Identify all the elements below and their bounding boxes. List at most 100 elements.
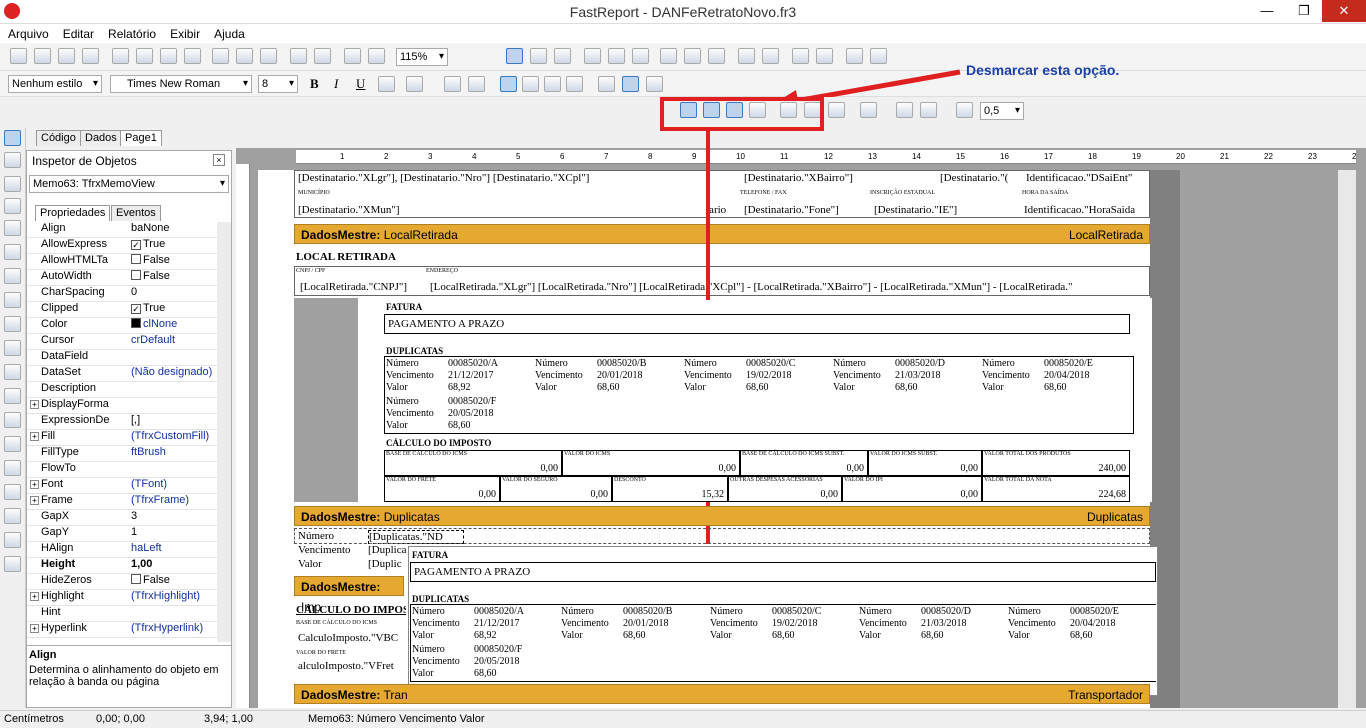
text-valign-bottom-icon[interactable] [646, 76, 663, 92]
dup-value[interactable]: 68,92 [474, 630, 497, 641]
checkbox-icon[interactable] [131, 254, 141, 264]
checkbox-icon[interactable]: ✓ [131, 240, 141, 250]
zoom-tool-icon[interactable] [4, 176, 21, 192]
property-row[interactable]: Color clNone [27, 318, 217, 334]
dup-label-venc[interactable]: Vencimento [298, 544, 351, 556]
property-row[interactable]: Align baNone [27, 222, 217, 238]
dup-value[interactable]: 00085020/C [746, 358, 795, 369]
frame-style-icon[interactable] [956, 102, 973, 118]
property-value[interactable]: False [131, 574, 217, 586]
dup-value[interactable]: 20/04/2018 [1070, 618, 1116, 629]
field-vbc[interactable]: CalculoImposto."VBC [298, 632, 408, 644]
expand-icon[interactable]: + [30, 480, 39, 489]
dup-value[interactable]: 68,60 [772, 630, 795, 641]
band-impostos[interactable]: DadosMestre: Imp [294, 576, 404, 614]
center-v-icon[interactable] [816, 48, 833, 64]
menu-ajuda[interactable]: Ajuda [214, 27, 245, 41]
local-endereco[interactable]: [LocalRetirada."XLgr"] [LocalRetirada."N… [430, 281, 1146, 293]
fill-color-icon[interactable] [860, 102, 877, 118]
property-row[interactable]: + Fill (TfrxCustomFill) [27, 430, 217, 446]
undo-icon[interactable] [290, 48, 307, 64]
expand-icon[interactable]: + [30, 592, 39, 601]
rich-text-icon[interactable] [4, 436, 21, 452]
text-align-right-icon[interactable] [544, 76, 561, 92]
tab-propriedades[interactable]: Propriedades [35, 205, 111, 221]
style-select[interactable]: Nenhum estilo [8, 75, 102, 93]
text-valign-top-icon[interactable] [598, 76, 615, 92]
dup-value[interactable]: 19/02/2018 [746, 370, 792, 381]
property-row[interactable]: HideZeros False [27, 574, 217, 590]
delete-page-icon[interactable] [160, 48, 177, 64]
imposto-value[interactable]: 240,00 [1070, 463, 1127, 474]
band-icon[interactable] [4, 244, 21, 260]
checkbox-icon[interactable] [131, 574, 141, 584]
shape-icon[interactable] [4, 412, 21, 428]
property-row[interactable]: AllowExpress ✓ True [27, 238, 217, 254]
dup-value[interactable]: 21/12/2017 [474, 618, 520, 629]
text-align-center-icon[interactable] [522, 76, 539, 92]
font-size-select[interactable]: 8 [258, 75, 298, 93]
group-icon[interactable] [344, 48, 361, 64]
dest-endereco[interactable]: [Destinatario."XLgr"], [Destinatario."Nr… [298, 172, 728, 184]
property-value[interactable]: ✓ True [131, 238, 217, 250]
close-button[interactable]: ✕ [1322, 0, 1366, 22]
menu-relatorio[interactable]: Relatório [108, 27, 156, 41]
imposto-value[interactable]: 0,00 [922, 489, 979, 500]
dup-value[interactable]: 00085020/E [1070, 606, 1119, 617]
align-bottom-icon[interactable] [708, 48, 725, 64]
property-row[interactable]: Description [27, 382, 217, 398]
align-grid-icon[interactable] [530, 48, 547, 64]
dest-bairro[interactable]: [Destinatario."XBairro"] [744, 172, 934, 184]
expand-icon[interactable]: + [30, 432, 39, 441]
paste-icon[interactable] [260, 48, 277, 64]
text-justify-icon[interactable] [566, 76, 583, 92]
property-value[interactable]: (TFont) [131, 478, 217, 490]
chart-icon[interactable] [4, 484, 21, 500]
close-icon[interactable]: × [213, 154, 225, 166]
font-color-icon[interactable] [406, 76, 423, 92]
font-settings-icon[interactable] [378, 76, 395, 92]
checkbox-icon[interactable] [131, 270, 141, 280]
property-row[interactable]: ExpressionDe [,] [27, 414, 217, 430]
property-row[interactable]: + Frame (TfrxFrame) [27, 494, 217, 510]
property-row[interactable]: + Font (TFont) [27, 478, 217, 494]
memo-icon[interactable] [4, 268, 21, 284]
property-value[interactable]: (TfrxCustomFill) [131, 430, 217, 442]
property-value[interactable]: 1 [131, 526, 217, 538]
band-duplicatas[interactable]: DadosMestre: Duplicatas Duplicatas [294, 506, 1150, 526]
same-height-icon[interactable] [870, 48, 887, 64]
property-value[interactable]: 1,00 [131, 558, 217, 570]
tab-page1[interactable]: Page1 [120, 130, 162, 146]
band-transportador[interactable]: DadosMestre: Tran Transportador [294, 684, 1150, 704]
property-row[interactable]: AllowHTMLTa False [27, 254, 217, 270]
property-row[interactable]: AutoWidth False [27, 270, 217, 286]
dup-value[interactable]: 00085020/F [448, 396, 496, 407]
imposto-value[interactable]: 0,00 [782, 489, 839, 500]
space-v-icon[interactable] [762, 48, 779, 64]
property-value[interactable]: 3 [131, 510, 217, 522]
property-row[interactable]: FillType ftBrush [27, 446, 217, 462]
dest-uf[interactable]: tario [706, 204, 736, 216]
dup-value[interactable]: 21/03/2018 [921, 618, 967, 629]
ungroup-icon[interactable] [368, 48, 385, 64]
same-width-icon[interactable] [846, 48, 863, 64]
dup-field-valor[interactable]: [Duplic [368, 558, 408, 570]
property-row[interactable]: GapX 3 [27, 510, 217, 526]
shapes-icon[interactable] [4, 532, 21, 548]
dup-value[interactable]: 00085020/B [623, 606, 672, 617]
imposto-value[interactable]: 0,00 [440, 489, 497, 500]
rotation-icon[interactable] [468, 76, 485, 92]
property-row[interactable]: Clipped ✓ True [27, 302, 217, 318]
selected-memo[interactable] [294, 528, 1150, 544]
dup-value[interactable]: 68,60 [895, 382, 918, 393]
expand-icon[interactable]: + [30, 400, 39, 409]
property-value[interactable]: False [131, 270, 217, 282]
property-value[interactable]: haLeft [131, 542, 217, 554]
property-value[interactable]: baNone [131, 222, 217, 234]
minimize-button[interactable]: — [1250, 0, 1284, 22]
property-value[interactable]: (Não designado) [131, 366, 217, 378]
preview-icon[interactable] [82, 48, 99, 64]
barcode-icon[interactable] [4, 556, 21, 572]
dup-value[interactable]: 00085020/C [772, 606, 821, 617]
imposto-value[interactable]: 0,00 [502, 463, 559, 474]
